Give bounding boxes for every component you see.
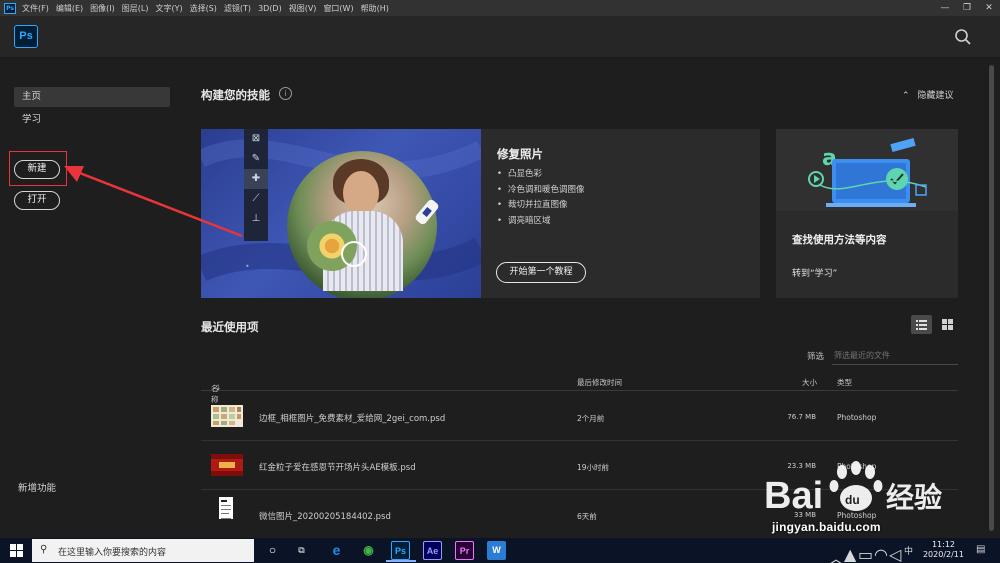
recent-table-header: 名称 ↓ 最后修改时间 大小 类型 <box>201 371 958 404</box>
taskbar-search-placeholder: 在这里输入你要搜索的内容 <box>58 548 167 558</box>
menu-type[interactable]: 文字(Y) <box>155 3 182 14</box>
bandage-icon <box>415 199 439 225</box>
file-name: 红金粒子爱在感恩节开场片头AE模板.psd <box>259 463 416 473</box>
bullet-item: 调亮暗区域 <box>497 214 585 230</box>
info-icon[interactable]: i <box>279 87 292 100</box>
start-tutorial-button[interactable]: 开始第一个教程 <box>496 262 586 283</box>
file-thumbnail <box>211 454 243 476</box>
column-modified[interactable]: 最后修改时间 <box>577 377 622 388</box>
file-type: Photoshop <box>837 413 877 422</box>
new-features-link[interactable]: 新增功能 <box>18 480 56 494</box>
menu-view[interactable]: 视图(V) <box>289 3 317 14</box>
sidebar-item-home[interactable]: 主页 <box>14 87 170 107</box>
photoshop-icon[interactable]: Ps <box>391 541 410 560</box>
minimize-button[interactable]: — <box>934 0 956 16</box>
photoshop-logo: Ps <box>14 25 38 48</box>
bullet-item: 凸显色彩 <box>497 167 585 183</box>
card-title: 修复照片 <box>497 147 543 161</box>
scrollbar[interactable] <box>989 59 994 538</box>
filter-recent-input[interactable] <box>832 346 958 365</box>
sidebar-item-learn[interactable]: 学习 <box>14 110 170 130</box>
bullet-item: 冷色调和暖色调图像 <box>497 183 585 199</box>
list-view-icon <box>916 320 927 330</box>
card-bullets: 凸显色彩 冷色调和暖色调图像 裁切并拉直图像 调亮暗区域 <box>497 167 585 229</box>
app-header: Ps <box>0 16 1000 58</box>
file-name: 边框_相框图片_免费素材_爱给网_2gei_com.psd <box>259 414 446 424</box>
menu-file[interactable]: 文件(F) <box>22 3 49 14</box>
tutorial-card-repair-photo[interactable]: ⊠ ✎ ✚ ⟋ ⊥ • 修复照片 凸显色彩 冷色调和暖色调图像 <box>201 129 760 298</box>
watermark-url: jingyan.baidu.com <box>772 520 881 534</box>
photoshop-app-icon: Ps <box>4 2 16 14</box>
card-title: 查找使用方法等内容 <box>792 234 887 246</box>
frame-tool-icon: ⊠ <box>251 133 261 144</box>
taskbar: ⚲ 在这里输入你要搜索的内容 ○ ⧉ e ◉ Ps Ae Pr W ︿ ▲ ▭ … <box>0 538 1000 563</box>
menu-edit[interactable]: 编辑(E) <box>56 3 83 14</box>
restore-button[interactable]: ❐ <box>956 0 978 16</box>
browser-icon[interactable]: ◉ <box>359 541 378 560</box>
notification-icon[interactable]: ▤ <box>976 544 1000 563</box>
menu-layer[interactable]: 图层(L) <box>122 3 149 14</box>
svg-text:经验: 经验 <box>886 481 942 514</box>
go-to-learn-link[interactable]: 转到“学习” <box>792 266 837 279</box>
taskbar-clock[interactable]: 11:12 2020/2/11 <box>923 540 964 560</box>
active-app-indicator <box>386 560 416 562</box>
hide-suggestions-label: 隐藏建议 <box>917 91 954 101</box>
highlight-box <box>9 151 67 186</box>
carousel-dots: • <box>245 262 258 271</box>
task-view-icon[interactable]: ⧉ <box>292 541 311 560</box>
svg-text:du: du <box>845 493 860 507</box>
edge-icon[interactable]: e <box>327 541 346 560</box>
file-modified: 6天前 <box>577 512 597 521</box>
menu-help[interactable]: 帮助(H) <box>361 3 389 14</box>
sidebar: 主页 学习 新建 打开 <box>0 59 185 538</box>
table-row[interactable]: 边框_相框图片_免费素材_爱给网_2gei_com.psd 2个月前 76.7 … <box>201 393 958 441</box>
file-size: 76.7 MB <box>787 413 816 421</box>
face-shape <box>343 171 379 215</box>
clock-time: 11:12 <box>931 540 956 549</box>
skills-title: 构建您的技能 <box>201 88 270 102</box>
filter-label: 筛选 <box>807 352 825 362</box>
windows-start-icon[interactable] <box>10 544 23 557</box>
file-thumbnail <box>211 405 243 427</box>
grid-view-icon <box>942 319 953 330</box>
after-effects-icon[interactable]: Ae <box>423 541 442 560</box>
sort-down-icon: ↓ <box>215 383 222 392</box>
menu-window[interactable]: 窗口(W) <box>323 3 353 14</box>
open-button[interactable]: 打开 <box>14 191 60 210</box>
window-controls: — ❐ ✕ <box>934 0 1000 16</box>
taskbar-search-box[interactable]: ⚲ 在这里输入你要搜索的内容 <box>32 539 254 562</box>
clock-date: 2020/2/11 <box>922 550 964 559</box>
menu-3d[interactable]: 3D(D) <box>258 4 282 13</box>
bullet-item: 裁切并拉直图像 <box>497 198 585 214</box>
file-thumbnail <box>219 497 233 519</box>
spot-healing-cursor-icon <box>341 241 367 267</box>
annotation-arrow <box>64 166 243 238</box>
close-button[interactable]: ✕ <box>978 0 1000 16</box>
file-modified: 2个月前 <box>577 414 605 423</box>
premiere-icon[interactable]: Pr <box>455 541 474 560</box>
svg-text:Bai: Bai <box>764 475 823 517</box>
file-name: 微信图片_20200205184402.psd <box>259 512 391 522</box>
menu-image[interactable]: 图像(I) <box>90 3 115 14</box>
list-view-button[interactable] <box>911 315 932 334</box>
menu-filter[interactable]: 滤镜(T) <box>224 3 251 14</box>
cortana-icon[interactable]: ○ <box>263 541 282 560</box>
chevron-up-icon: ⌃ <box>902 91 910 101</box>
menu-select[interactable]: 选择(S) <box>190 3 217 14</box>
scrollbar-thumb[interactable] <box>989 65 994 531</box>
menu-bar: Ps 文件(F) 编辑(E) 图像(I) 图层(L) 文字(Y) 选择(S) 滤… <box>0 0 1000 16</box>
search-icon[interactable] <box>954 28 972 46</box>
learn-card[interactable]: a 查找使用方法等内容 转到“学习” <box>776 129 958 298</box>
grid-view-button[interactable] <box>937 315 958 334</box>
recent-title: 最近使用项 <box>201 320 259 334</box>
hide-suggestions-button[interactable]: ⌃ 隐藏建议 <box>902 88 954 101</box>
search-icon: ⚲ <box>40 544 48 555</box>
column-type[interactable]: 类型 <box>837 377 852 388</box>
word-icon[interactable]: W <box>487 541 506 560</box>
learn-illustration: a <box>776 129 958 211</box>
laptop-illustration: a <box>808 138 927 207</box>
column-size[interactable]: 大小 <box>802 377 817 388</box>
file-modified: 19小时前 <box>577 463 610 472</box>
